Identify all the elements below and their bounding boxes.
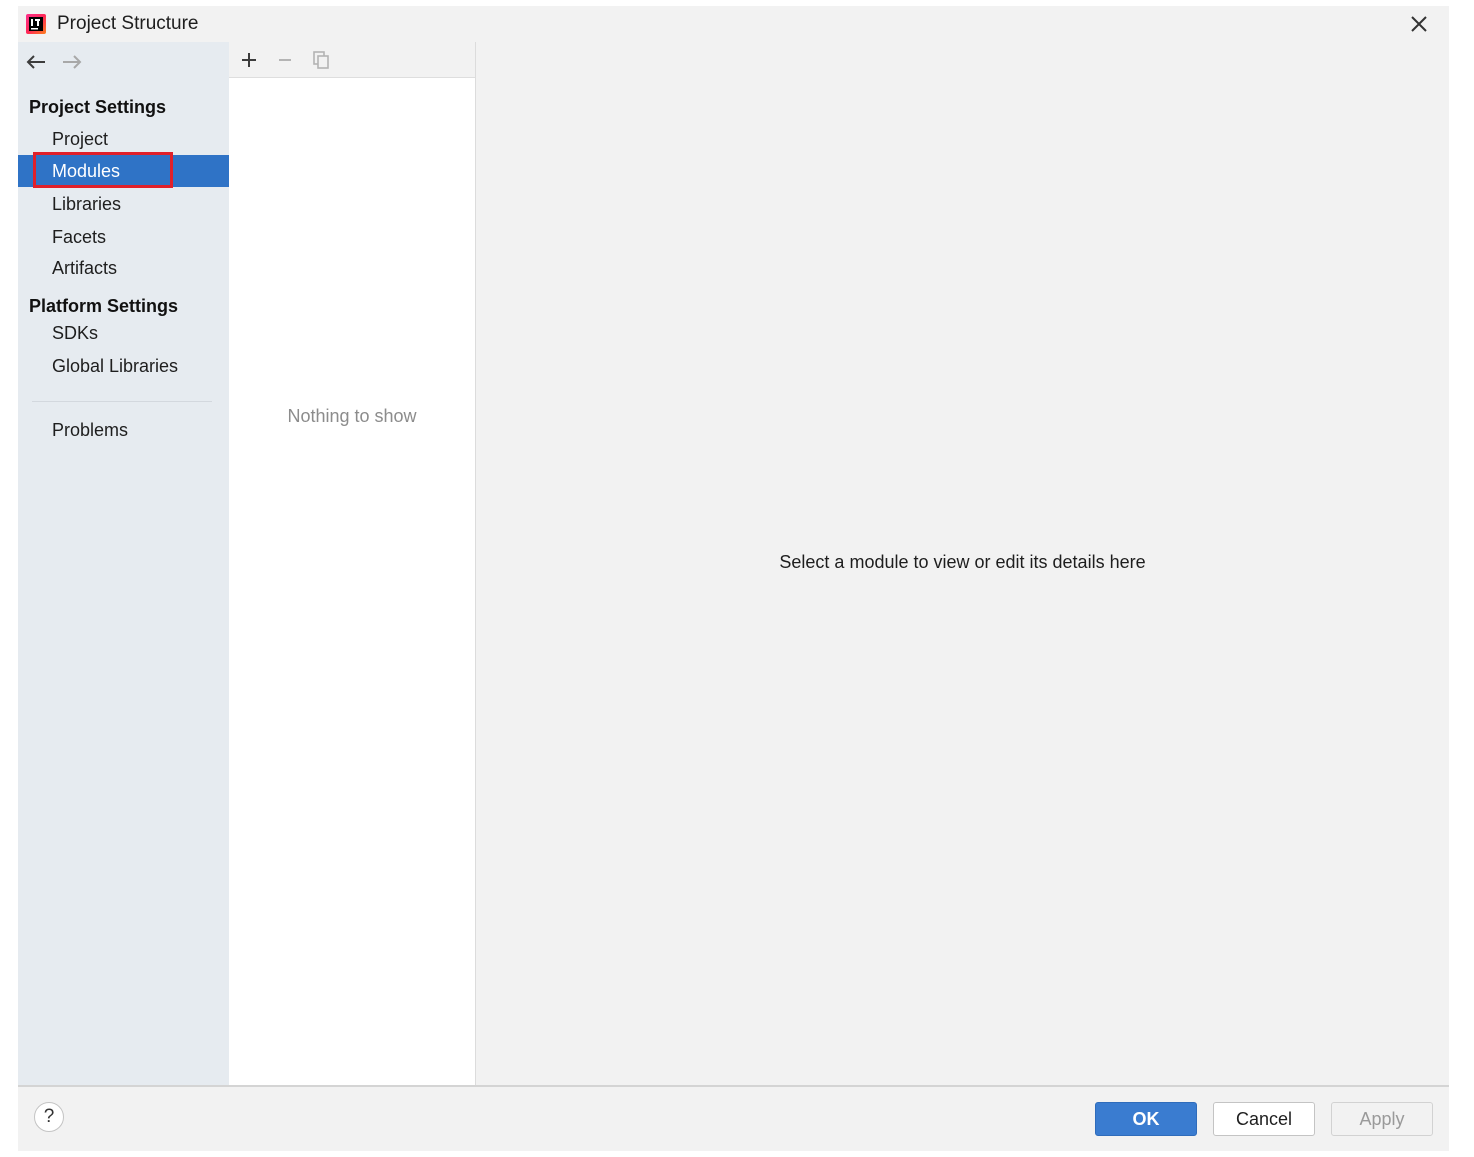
sidebar-item-project[interactable]: Project bbox=[18, 123, 229, 155]
window-title: Project Structure bbox=[57, 13, 199, 34]
sidebar-item-artifacts[interactable]: Artifacts bbox=[18, 252, 229, 284]
sidebar-item-libraries[interactable]: Libraries bbox=[18, 188, 229, 220]
sidebar-item-facets[interactable]: Facets bbox=[18, 221, 229, 253]
title-bar: Project Structure bbox=[18, 6, 1449, 42]
sidebar: Project Settings Project Modules Librari… bbox=[18, 42, 229, 1085]
sidebar-item-label: Problems bbox=[52, 420, 129, 440]
apply-button[interactable]: Apply bbox=[1331, 1102, 1433, 1136]
sidebar-item-problems[interactable]: Problems bbox=[18, 414, 229, 446]
empty-list-message: Nothing to show bbox=[287, 406, 417, 426]
close-icon[interactable] bbox=[1408, 13, 1430, 35]
intellij-app-icon bbox=[25, 13, 47, 35]
copy-icon[interactable] bbox=[309, 48, 333, 72]
navigation-arrows bbox=[18, 42, 229, 80]
minus-icon[interactable] bbox=[273, 48, 297, 72]
dialog-button-bar: ? OK Cancel Apply bbox=[18, 1085, 1449, 1151]
ok-button[interactable]: OK bbox=[1095, 1102, 1197, 1136]
details-panel: Select a module to view or edit its deta… bbox=[476, 42, 1449, 1085]
arrow-right-icon[interactable] bbox=[60, 51, 84, 73]
plus-icon[interactable] bbox=[237, 48, 261, 72]
sidebar-item-label: Project bbox=[52, 129, 109, 149]
sidebar-item-label: Modules bbox=[52, 161, 121, 181]
sidebar-item-modules[interactable]: Modules bbox=[18, 152, 229, 188]
sidebar-divider bbox=[32, 401, 212, 402]
sidebar-item-label: Libraries bbox=[52, 194, 122, 214]
sidebar-item-global-libraries[interactable]: Global Libraries bbox=[18, 350, 229, 382]
arrow-left-icon[interactable] bbox=[24, 51, 48, 73]
cancel-button[interactable]: Cancel bbox=[1213, 1102, 1315, 1136]
list-toolbar bbox=[229, 42, 475, 78]
details-placeholder: Select a module to view or edit its deta… bbox=[779, 552, 1146, 572]
section-header-project-settings: Project Settings bbox=[29, 97, 167, 117]
sidebar-item-label: Global Libraries bbox=[52, 356, 179, 376]
modules-list-panel[interactable]: Nothing to show bbox=[229, 42, 476, 1085]
project-structure-dialog: Project Structure Project Settings Proje… bbox=[18, 6, 1449, 1151]
sidebar-item-label: SDKs bbox=[52, 323, 99, 343]
sidebar-item-label: Artifacts bbox=[52, 258, 118, 278]
sidebar-item-sdks[interactable]: SDKs bbox=[18, 317, 229, 349]
section-header-platform-settings: Platform Settings bbox=[29, 296, 179, 316]
sidebar-item-label: Facets bbox=[52, 227, 107, 247]
help-button[interactable]: ? bbox=[34, 1102, 64, 1132]
